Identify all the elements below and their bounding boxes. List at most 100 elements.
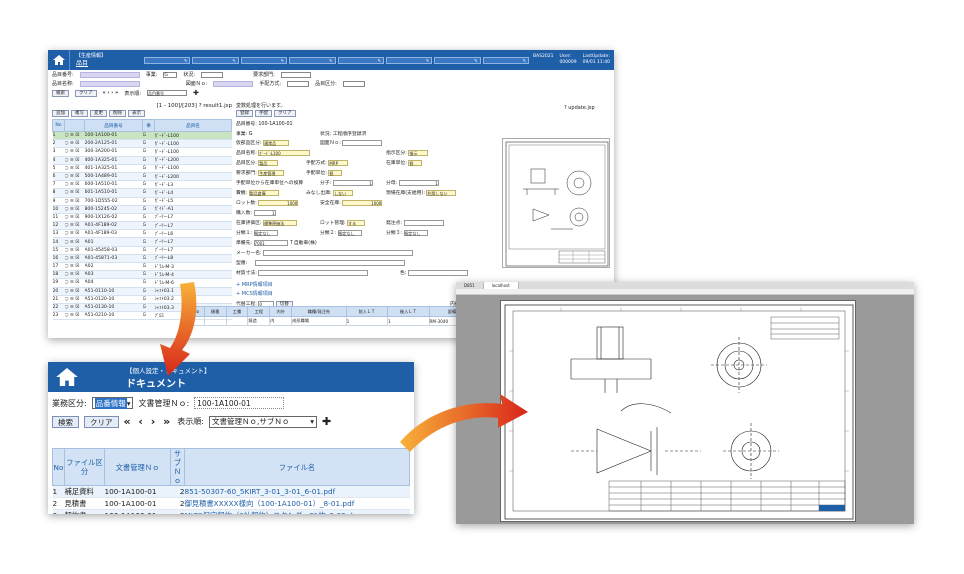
table-row[interactable]: 6 ○ ≡ ☒ 500-1A489-01 G ｶﾞｰﾄﾞ-L200	[52, 172, 232, 182]
table-row[interactable]: 14 ○ ≡ ☒ A01 G ﾌﾞｰﾘｰ-L7	[52, 237, 232, 247]
item-code[interactable]: 200-2A125-01	[84, 139, 143, 149]
table-row[interactable]: 3契約書100-1A100-013MICS保守契約（3社契約）スタンダーF1枚_…	[52, 509, 410, 514]
item-code[interactable]: 100-1A100-01	[84, 131, 143, 141]
add-icon[interactable]: ✚	[193, 89, 199, 97]
stock-unit-field[interactable]: 個	[408, 159, 423, 166]
table-row[interactable]: 18 ○ ≡ ☒ A03 G ﾄﾞﾗﾑ-M-4	[52, 270, 232, 280]
row-select[interactable]: ○ ≡ ☒	[64, 295, 85, 304]
row-select[interactable]: ○ ≡ ☒	[64, 254, 85, 264]
table-row[interactable]: 17 ○ ≡ ☒ A02 G ﾄﾞﾗﾑ-M-3	[52, 262, 232, 272]
table-row[interactable]: 15 ○ ≡ ☒ A01-45458-03 G ﾌﾞｰﾘｰ-L7	[52, 246, 232, 255]
row-select[interactable]: ○ ≡ ☒	[64, 147, 85, 157]
row-select[interactable]: ○ ≡ ☒	[64, 197, 85, 206]
item-name-field[interactable]: ｶﾞｰﾄﾞ-L100	[258, 149, 311, 156]
item-code[interactable]: A04	[84, 278, 143, 288]
assume-issue-field[interactable]: しない	[333, 189, 354, 196]
sort-select[interactable]: 品目番号	[147, 90, 187, 96]
row-select[interactable]: ○ ≡ ☒	[64, 278, 85, 288]
add-icon[interactable]: ✚	[322, 415, 331, 428]
doc-file-link[interactable]: 御見積書XXXXX様向（100-1A100-01）_8-01.pdf	[184, 497, 410, 510]
demand-dept-field[interactable]: 生産管理	[258, 169, 285, 176]
lot-mgmt-field[interactable]: する	[347, 219, 366, 226]
table-row[interactable]: 8 ○ ≡ ☒ 601-1A510-01 G ｶﾞｰﾄﾞ-L4	[52, 188, 232, 198]
table-row[interactable]: 2 見積書 100-1A100-01 2 御見積書XXXXX様向（100-1A100-0…	[52, 497, 410, 510]
menu-item-7[interactable]: ✎	[434, 56, 481, 64]
item-code[interactable]: A51-0120-10	[84, 295, 143, 304]
doc-file-link[interactable]: 851-50307-60_5KIRT_3-01_3-01_6-01.pdf	[184, 485, 410, 498]
list-copy-button[interactable]: 複写	[71, 110, 88, 117]
drawing-no-input[interactable]	[213, 80, 254, 87]
row-select[interactable]: ○ ≡ ☒	[64, 188, 85, 198]
process-cell[interactable]: 成形職場	[291, 316, 347, 326]
item-name-input[interactable]	[79, 80, 140, 87]
detail-clear-button[interactable]: クリア	[274, 110, 296, 117]
row-select[interactable]: ○ ≡ ☒	[64, 131, 85, 141]
instruct-select[interactable]: 指示	[408, 149, 429, 156]
menu-item-8[interactable]: ✎	[482, 56, 529, 64]
color-field[interactable]	[407, 269, 468, 276]
item-code[interactable]: 600-1A510-01	[84, 180, 143, 190]
mrp-info-link[interactable]: + MRP情報項目	[236, 281, 273, 288]
business-select[interactable]: G	[163, 71, 178, 78]
row-select[interactable]: ○ ≡ ☒	[64, 229, 85, 239]
item-code[interactable]: A01-4F189-02	[84, 221, 143, 231]
stock-eval-field[interactable]: 標準原価法	[263, 219, 298, 226]
item-code[interactable]: A01	[84, 237, 143, 247]
table-row[interactable]: 9 ○ ≡ ☒ 700-1D555-02 G ｶﾞｰﾄﾞ-L5	[52, 197, 232, 206]
arrange-select[interactable]	[287, 80, 310, 87]
business-category-select[interactable]: 品番情報 ▾	[91, 397, 134, 409]
list-edit-button[interactable]: 変更	[90, 110, 107, 117]
detail-help-icon[interactable]: ?	[564, 105, 567, 111]
doc-search-button[interactable]: 検索	[52, 415, 79, 428]
drawing-no-field[interactable]	[342, 139, 383, 146]
arrange-button[interactable]: 手配	[255, 110, 272, 117]
numerator-field[interactable]: 1	[332, 179, 373, 186]
row-select[interactable]: ○ ≡ ☒	[64, 164, 85, 173]
process-cell[interactable]: 内	[269, 316, 293, 326]
item-code[interactable]: 900-1X126-02	[84, 213, 143, 223]
item-cat-field[interactable]: 製品	[258, 159, 279, 166]
table-row[interactable]: 7 ○ ≡ ☒ 600-1A510-01 G ｶﾞｰﾄﾞ-L3	[52, 180, 232, 190]
doc-clear-button[interactable]: クリア	[84, 415, 119, 428]
row-select[interactable]: ○ ≡ ☒	[64, 237, 85, 247]
menu-item-2[interactable]: ✎	[192, 56, 239, 64]
row-select[interactable]: ○ ≡ ☒	[64, 287, 85, 296]
item-code[interactable]: A01-45458-03	[84, 246, 143, 255]
table-row[interactable]: 4 ○ ≡ ☒ 400-1A325-01 G ｶﾞｰﾄﾞ-L200	[52, 156, 232, 165]
menu-item-3[interactable]: ✎	[240, 56, 288, 64]
lot-size-field[interactable]: 1000	[258, 199, 299, 206]
item-code[interactable]: A51-0210-10	[84, 311, 143, 321]
customer-code-field[interactable]: 7001	[253, 239, 288, 246]
warehouse-field[interactable]: 製品倉庫	[248, 189, 279, 196]
process-cell[interactable]: 鋳造	[247, 316, 271, 326]
item-code[interactable]: 300-3A200-01	[84, 147, 143, 157]
table-row[interactable]: 16 ○ ≡ ☒ A01-45871-03 G ﾌﾞｰﾘｰ-L8	[52, 254, 232, 264]
viewer-tab-1[interactable]: D851	[456, 282, 484, 289]
reorder-point-field[interactable]	[403, 219, 444, 226]
item-code[interactable]: A01-4F189-03	[84, 229, 143, 239]
table-row[interactable]: 12 ○ ≡ ☒ A01-4F189-02 G ﾌﾞｰﾘｰ-L7	[52, 221, 232, 231]
table-row[interactable]: 1 補足資料 100-1A100-01 2 851-50307-60_5KIRT_3-0…	[52, 485, 410, 498]
row-select[interactable]: ○ ≡ ☒	[64, 246, 85, 255]
item-code[interactable]: 400-1A325-01	[84, 156, 143, 165]
row-select[interactable]: ○ ≡ ☒	[64, 221, 85, 231]
row-select[interactable]: ○ ≡ ☒	[64, 172, 85, 182]
table-row[interactable]: 5 ○ ≡ ☒ 401-1A325-01 G ｶﾞｰﾄﾞ-L100	[52, 164, 232, 173]
menu-item-4[interactable]: ✎	[289, 56, 336, 64]
home-button[interactable]	[48, 50, 70, 70]
pager-nav[interactable]: « ‹ › »	[103, 90, 119, 96]
doc-file-link[interactable]: MICS保守契約（3社契約）スタンダーF1枚_8-02.doc	[184, 509, 410, 514]
material-field[interactable]	[258, 269, 369, 276]
class3-select[interactable]: 指定なし	[403, 229, 428, 236]
list-delete-button[interactable]: 削除	[109, 110, 126, 117]
item-code[interactable]: 700-1D555-02	[84, 197, 143, 206]
status-select[interactable]	[201, 71, 224, 78]
list-view-button[interactable]: 表示	[128, 110, 145, 117]
maker-field[interactable]	[263, 249, 414, 256]
safety-stock-field[interactable]: 1000	[342, 199, 383, 206]
temp-type-select[interactable]: 通常品	[263, 139, 290, 146]
table-row[interactable]: 13 ○ ≡ ☒ A01-4F189-03 G ﾌﾞｰﾘｰ-L6	[52, 229, 232, 239]
arrange-method-field[interactable]: MRP	[328, 159, 349, 166]
denominator-field[interactable]: 1	[398, 179, 439, 186]
doc-sort-select[interactable]: 文書管理Ｎｏ,サブＮｏ ▾	[208, 415, 317, 428]
